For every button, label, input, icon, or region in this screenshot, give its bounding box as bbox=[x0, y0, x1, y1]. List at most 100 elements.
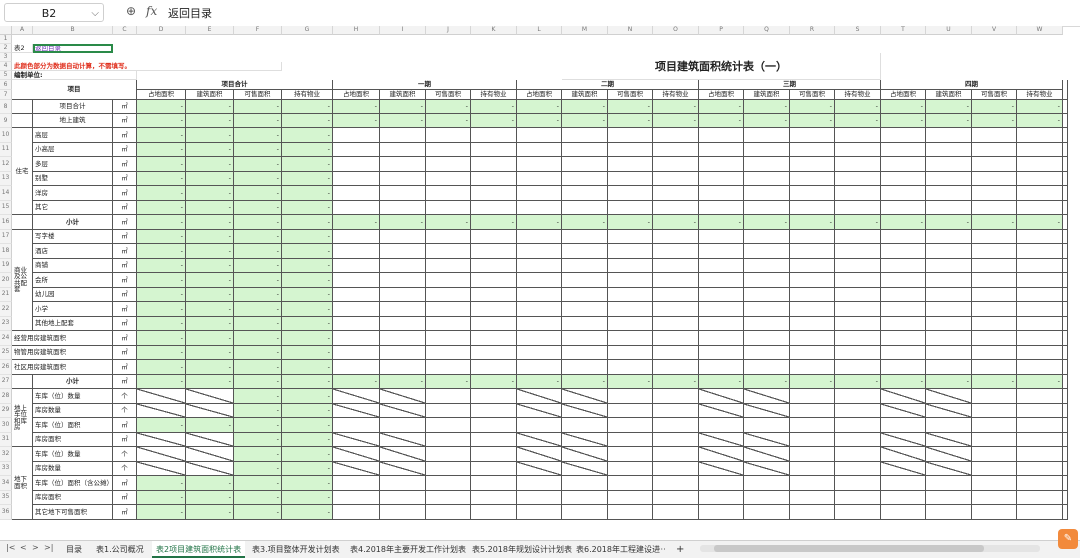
sub-header[interactable]: 建筑面积 bbox=[562, 90, 608, 100]
data-cell[interactable] bbox=[835, 316, 881, 331]
data-cell[interactable] bbox=[972, 461, 1017, 476]
data-cell[interactable] bbox=[471, 403, 517, 418]
data-cell[interactable] bbox=[562, 287, 608, 302]
cell[interactable] bbox=[12, 215, 33, 230]
data-cell[interactable] bbox=[926, 258, 972, 273]
column-header[interactable]: N bbox=[608, 26, 653, 35]
data-cell[interactable] bbox=[1017, 418, 1063, 433]
data-cell[interactable] bbox=[790, 505, 835, 520]
data-cell[interactable]: - bbox=[234, 171, 282, 186]
data-cell[interactable]: - bbox=[234, 403, 282, 418]
magnifier-icon[interactable]: ⊕ bbox=[126, 4, 136, 18]
data-cell[interactable]: - bbox=[608, 100, 653, 114]
data-cell[interactable]: - bbox=[137, 142, 186, 157]
data-cell[interactable]: - bbox=[234, 331, 282, 346]
unit-cell[interactable]: ㎡ bbox=[113, 374, 137, 389]
data-cell[interactable] bbox=[881, 128, 926, 143]
unit-cell[interactable]: ㎡ bbox=[113, 186, 137, 201]
cell[interactable] bbox=[1063, 345, 1068, 360]
row-header[interactable]: 4 bbox=[0, 62, 12, 71]
data-cell[interactable]: - bbox=[881, 114, 926, 128]
data-cell[interactable] bbox=[426, 316, 471, 331]
data-cell[interactable] bbox=[653, 403, 699, 418]
row-header[interactable]: 2 bbox=[0, 44, 12, 53]
data-cell[interactable] bbox=[562, 273, 608, 288]
data-cell[interactable] bbox=[517, 157, 562, 172]
data-cell[interactable]: - bbox=[744, 215, 790, 230]
data-cell[interactable]: - bbox=[282, 200, 333, 215]
data-cell[interactable] bbox=[380, 142, 426, 157]
unit-cell[interactable]: ㎡ bbox=[113, 114, 137, 128]
data-cell[interactable] bbox=[333, 418, 380, 433]
data-cell[interactable] bbox=[426, 389, 471, 404]
data-cell[interactable]: - bbox=[282, 244, 333, 259]
data-cell[interactable]: - bbox=[282, 215, 333, 230]
data-cell[interactable]: - bbox=[234, 287, 282, 302]
row-header[interactable]: 22 bbox=[0, 302, 12, 317]
data-cell[interactable]: - bbox=[282, 476, 333, 491]
data-cell[interactable] bbox=[333, 171, 380, 186]
data-cell[interactable] bbox=[517, 316, 562, 331]
data-cell[interactable] bbox=[835, 505, 881, 520]
data-cell[interactable] bbox=[380, 273, 426, 288]
data-cell[interactable] bbox=[1017, 432, 1063, 447]
sub-header[interactable]: 建筑面积 bbox=[744, 90, 790, 100]
data-cell[interactable] bbox=[699, 331, 744, 346]
data-cell[interactable]: - bbox=[186, 374, 234, 389]
data-cell[interactable]: - bbox=[234, 374, 282, 389]
data-cell[interactable] bbox=[608, 142, 653, 157]
data-cell[interactable]: - bbox=[1017, 374, 1063, 389]
data-cell[interactable]: - bbox=[333, 114, 380, 128]
column-header[interactable]: I bbox=[380, 26, 426, 35]
data-cell[interactable]: - bbox=[186, 171, 234, 186]
data-cell[interactable] bbox=[790, 186, 835, 201]
data-cell[interactable]: - bbox=[186, 476, 234, 491]
data-cell[interactable] bbox=[137, 389, 186, 404]
data-cell[interactable] bbox=[881, 258, 926, 273]
data-cell[interactable] bbox=[426, 476, 471, 491]
tab-contents[interactable]: 目录 bbox=[62, 541, 86, 558]
data-cell[interactable] bbox=[426, 345, 471, 360]
data-cell[interactable] bbox=[972, 128, 1017, 143]
data-cell[interactable] bbox=[744, 360, 790, 375]
sub-header[interactable]: 占地面积 bbox=[881, 90, 926, 100]
row-label[interactable]: 库房面积 bbox=[33, 490, 113, 505]
data-cell[interactable] bbox=[881, 200, 926, 215]
row-header[interactable]: 34 bbox=[0, 476, 12, 491]
data-cell[interactable]: - bbox=[282, 418, 333, 433]
data-cell[interactable] bbox=[744, 316, 790, 331]
data-cell[interactable]: - bbox=[234, 476, 282, 491]
data-cell[interactable] bbox=[653, 490, 699, 505]
cell[interactable] bbox=[1063, 389, 1068, 404]
data-cell[interactable]: - bbox=[790, 114, 835, 128]
data-cell[interactable]: - bbox=[186, 200, 234, 215]
data-cell[interactable] bbox=[972, 273, 1017, 288]
unit-cell[interactable]: ㎡ bbox=[113, 490, 137, 505]
group-header[interactable]: 四期 bbox=[881, 80, 1063, 90]
data-cell[interactable] bbox=[926, 389, 972, 404]
data-cell[interactable] bbox=[333, 186, 380, 201]
data-cell[interactable] bbox=[517, 287, 562, 302]
data-cell[interactable] bbox=[608, 200, 653, 215]
data-cell[interactable]: - bbox=[1017, 114, 1063, 128]
data-cell[interactable] bbox=[517, 200, 562, 215]
data-cell[interactable] bbox=[835, 360, 881, 375]
data-cell[interactable] bbox=[380, 490, 426, 505]
data-cell[interactable] bbox=[790, 157, 835, 172]
data-cell[interactable] bbox=[835, 258, 881, 273]
data-cell[interactable] bbox=[562, 302, 608, 317]
data-cell[interactable] bbox=[835, 476, 881, 491]
data-cell[interactable] bbox=[699, 258, 744, 273]
data-cell[interactable] bbox=[699, 476, 744, 491]
data-cell[interactable] bbox=[380, 244, 426, 259]
data-cell[interactable] bbox=[835, 302, 881, 317]
data-cell[interactable] bbox=[608, 157, 653, 172]
data-cell[interactable] bbox=[653, 447, 699, 462]
data-cell[interactable] bbox=[380, 229, 426, 244]
row-label[interactable]: 别墅 bbox=[33, 171, 113, 186]
data-cell[interactable] bbox=[926, 461, 972, 476]
tab-2018-work-plan[interactable]: 表4.2018年主要开发工作计划表 bbox=[346, 541, 470, 558]
cell[interactable] bbox=[1063, 273, 1068, 288]
data-cell[interactable]: - bbox=[744, 100, 790, 114]
data-cell[interactable] bbox=[699, 157, 744, 172]
